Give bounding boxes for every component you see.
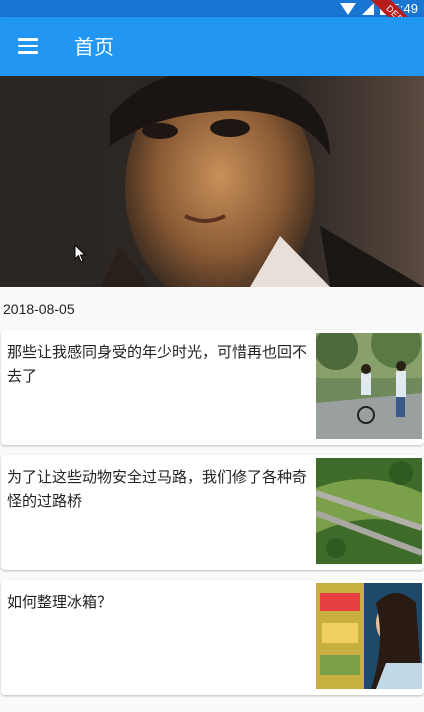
- mouse-cursor-icon: [74, 244, 87, 263]
- date-label: 2018-08-05: [3, 301, 75, 317]
- app-bar: 首页: [0, 17, 424, 76]
- article-card[interactable]: 那些让我感同身受的年少时光，可惜再也回不去了: [1, 330, 424, 445]
- article-title: 那些让我感同身受的年少时光，可惜再也回不去了: [7, 343, 308, 385]
- article-title: 为了让这些动物安全过马路，我们修了各种奇怪的过路桥: [7, 468, 308, 510]
- article-thumbnail: [316, 583, 422, 689]
- menu-icon[interactable]: [8, 26, 48, 66]
- article-card[interactable]: 如何整理冰箱？: [1, 580, 424, 695]
- signal-icon: [361, 2, 374, 15]
- wifi-icon: [339, 2, 356, 15]
- article-thumbnail: [316, 333, 422, 439]
- article-title: 如何整理冰箱？: [7, 593, 113, 611]
- article-thumbnail: [316, 458, 422, 564]
- banner-image[interactable]: [0, 76, 424, 287]
- status-bar: 5:49 DEBUG: [0, 0, 424, 60]
- article-card[interactable]: 为了让这些动物安全过马路，我们修了各种奇怪的过路桥: [1, 455, 424, 570]
- page-title: 首页: [74, 35, 114, 59]
